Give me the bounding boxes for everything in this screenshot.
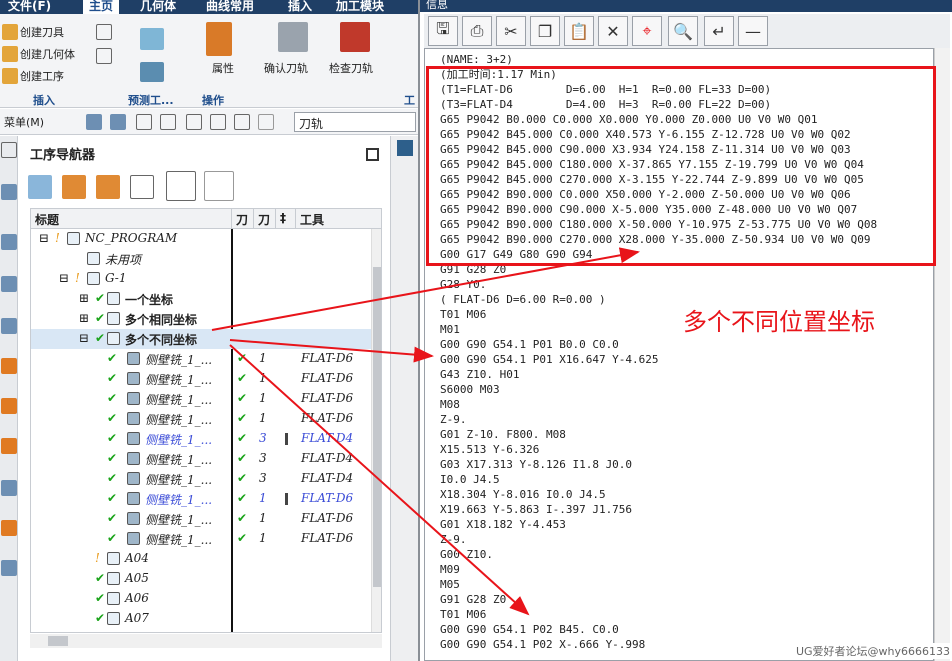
arrow-to-p01 [229,339,434,363]
arrow-to-p02 [229,344,530,616]
annotation-label: 多个不同位置坐标 [683,308,875,336]
arrow-to-header [211,247,640,331]
watermark: UG爱好者论坛@why6666133 [795,643,950,659]
